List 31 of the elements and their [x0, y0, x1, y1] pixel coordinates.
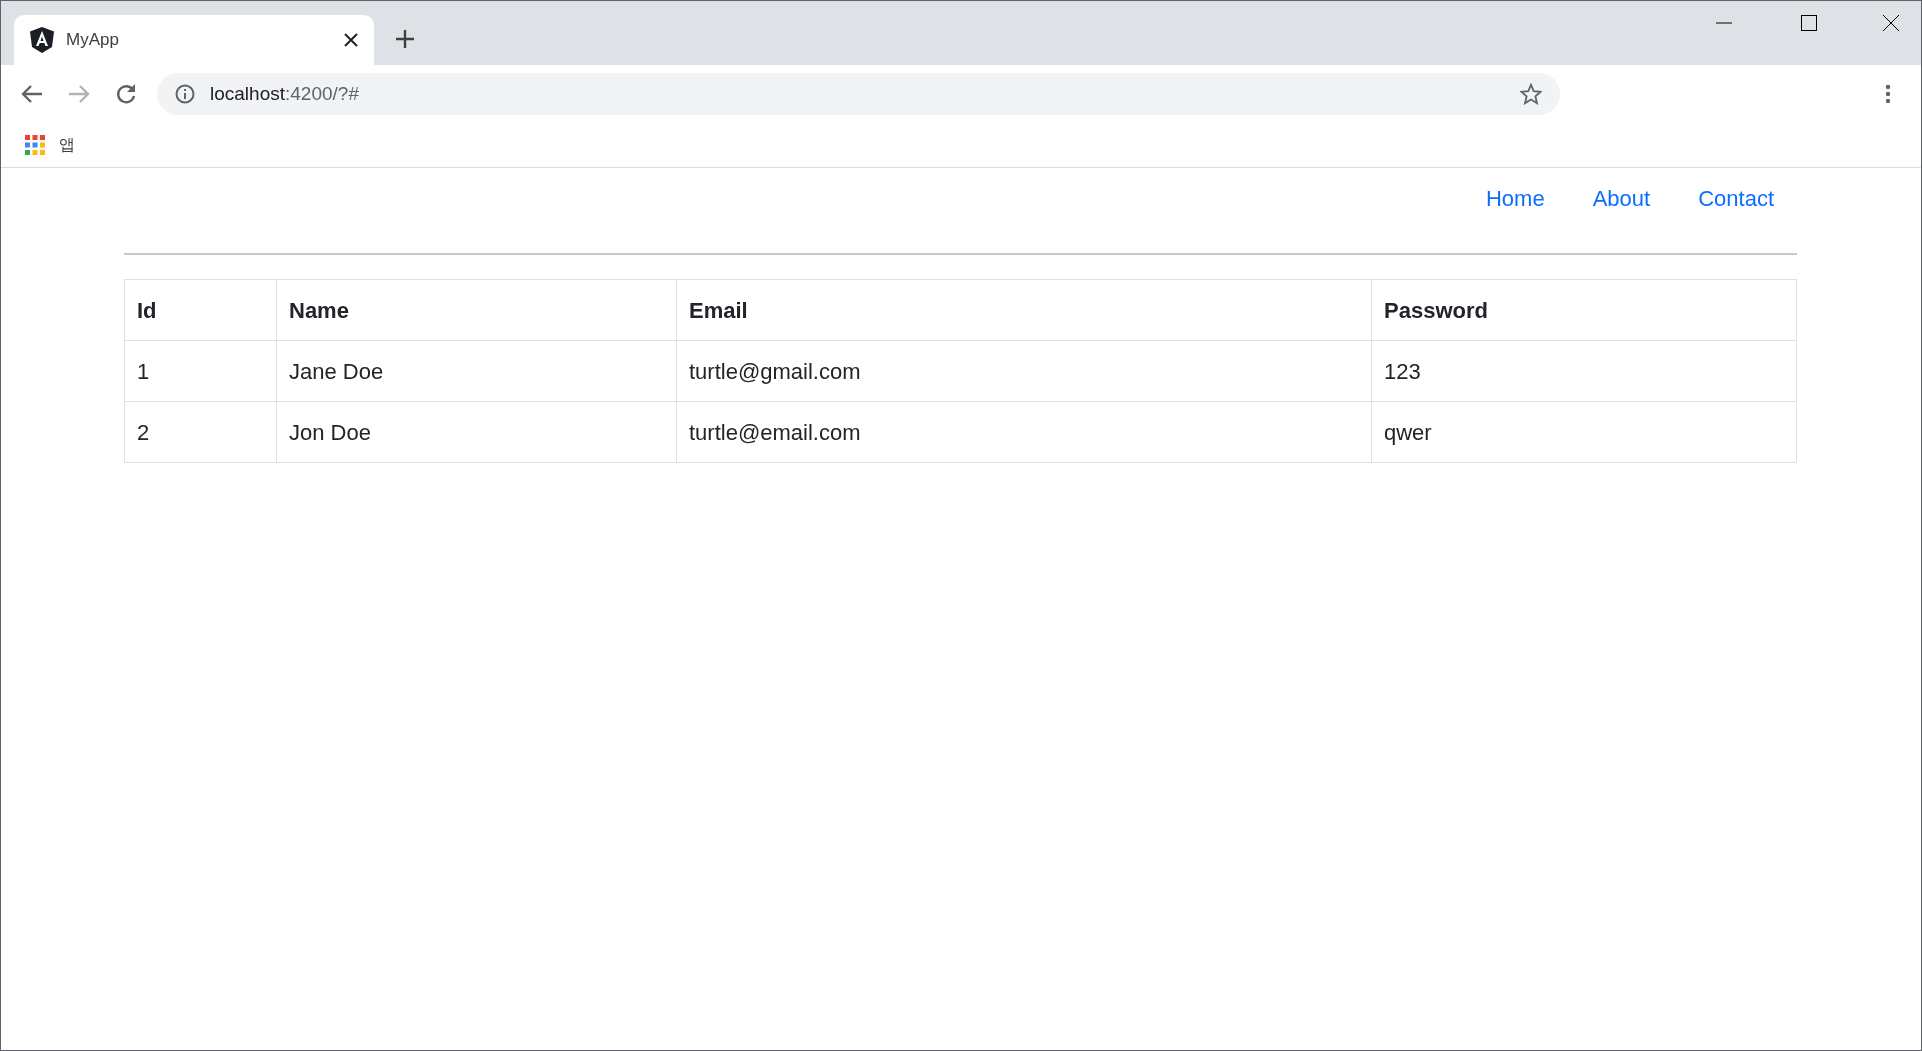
reload-icon[interactable] — [115, 83, 137, 105]
table-cell: 2 — [124, 401, 277, 463]
back-arrow-icon[interactable] — [21, 84, 43, 104]
address-bar[interactable]: localhost:4200/?# — [157, 73, 1560, 115]
nav-link[interactable]: About — [1592, 182, 1651, 253]
close-icon[interactable] — [344, 33, 358, 47]
table-cell: turtle@email.com — [676, 401, 1372, 463]
browser-tab[interactable]: MyApp — [14, 15, 374, 65]
url-text: localhost:4200/?# — [210, 81, 360, 106]
more-menu-icon[interactable] — [1885, 84, 1891, 104]
column-header: Id — [124, 279, 277, 341]
table-cell: 123 — [1371, 340, 1797, 402]
table-cell: turtle@gmail.com — [676, 340, 1372, 402]
new-tab-icon[interactable] — [396, 30, 414, 48]
bookmark-label[interactable]: 앱 — [59, 133, 75, 157]
table-cell: 1 — [124, 340, 277, 402]
nav-link[interactable]: Home — [1486, 182, 1545, 253]
table-cell: Jon Doe — [276, 401, 677, 463]
column-header: Password — [1371, 279, 1797, 341]
column-header: Name — [276, 279, 677, 341]
tab-title: MyApp — [66, 29, 120, 52]
shield-logo-icon — [30, 27, 54, 53]
close-icon[interactable] — [1883, 15, 1899, 31]
info-icon — [175, 84, 195, 104]
table-cell: qwer — [1371, 401, 1797, 463]
nav-link[interactable]: Contact — [1698, 182, 1774, 253]
column-header: Email — [676, 279, 1372, 341]
apps-grid-icon[interactable] — [25, 135, 45, 155]
star-icon[interactable] — [1520, 83, 1542, 105]
maximize-icon[interactable] — [1801, 15, 1817, 31]
table-cell: Jane Doe — [276, 340, 677, 402]
